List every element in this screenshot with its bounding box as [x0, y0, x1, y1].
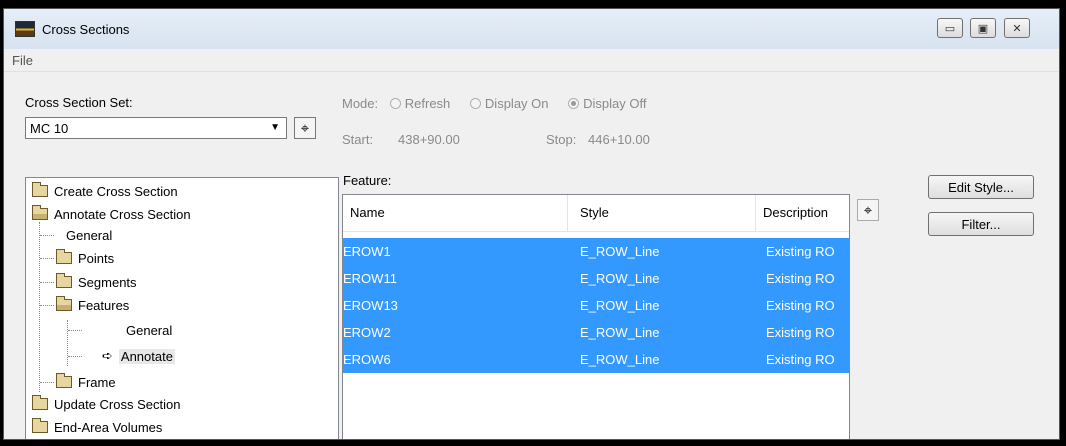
- folder-icon: [32, 182, 48, 197]
- cell-style: E_ROW_Line: [580, 298, 660, 313]
- tree-item-features[interactable]: Features: [56, 296, 129, 314]
- tree-item-update-cross-section[interactable]: Update Cross Section: [32, 395, 180, 413]
- stop-value: 446+10.00: [588, 132, 650, 147]
- table-row[interactable]: EROW2 E_ROW_Line Existing RO: [343, 319, 849, 346]
- tree-item-label: Frame: [78, 374, 116, 390]
- cell-description: Existing RO: [766, 271, 835, 286]
- maximize-button[interactable]: ▣: [970, 18, 996, 38]
- folder-icon: [32, 418, 48, 433]
- radio-refresh-label: Refresh: [404, 96, 451, 111]
- folder-icon: [56, 273, 72, 288]
- folder-open-icon: [56, 296, 72, 311]
- cell-name: EROW1: [343, 244, 391, 259]
- cell-style: E_ROW_Line: [580, 352, 660, 367]
- folder-open-icon: [32, 205, 48, 220]
- table-row[interactable]: EROW13 E_ROW_Line Existing RO: [343, 292, 849, 319]
- chevron-down-icon: ▼: [270, 122, 280, 133]
- cross-sections-window: Cross Sections ▭ ▣ ✕ File Cross Section …: [3, 8, 1060, 440]
- minimize-icon: ▭: [944, 22, 956, 35]
- cell-description: Existing RO: [766, 352, 835, 367]
- cell-name: EROW13: [343, 298, 398, 313]
- feature-list: Name Style Description EROW1 E_ROW_Line …: [342, 194, 850, 439]
- menu-bar: File: [4, 49, 1059, 72]
- table-row[interactable]: EROW11 E_ROW_Line Existing RO: [343, 265, 849, 292]
- cell-name: EROW2: [343, 325, 391, 340]
- tree-item-end-area-volumes[interactable]: End-Area Volumes: [32, 418, 162, 436]
- table-row[interactable]: EROW6 E_ROW_Line Existing RO: [343, 346, 849, 373]
- radio-display-on-label: Display On: [484, 96, 549, 111]
- tree-item-label: Segments: [78, 274, 137, 290]
- close-icon: ✕: [1012, 22, 1022, 35]
- folder-icon: [32, 395, 48, 410]
- target-select-set-button[interactable]: ⌖: [294, 117, 316, 139]
- minimize-button[interactable]: ▭: [937, 18, 963, 38]
- mode-label: Mode:: [342, 96, 379, 111]
- start-value: 438+90.00: [398, 132, 460, 147]
- table-row[interactable]: EROW1 E_ROW_Line Existing RO: [343, 238, 849, 265]
- radio-refresh[interactable]: [389, 98, 401, 109]
- arrow-right-icon: ➪: [102, 348, 113, 363]
- tree-item-frame[interactable]: Frame: [56, 373, 116, 391]
- cell-style: E_ROW_Line: [580, 271, 660, 286]
- target-select-feature-button[interactable]: ⌖: [857, 199, 879, 221]
- tree-item-label: Create Cross Section: [54, 183, 178, 199]
- tree-item-label: Update Cross Section: [54, 396, 181, 412]
- cross-section-set-value: MC 10: [30, 121, 69, 136]
- cross-section-set-select[interactable]: MC 10 ▼: [25, 117, 287, 139]
- cross-section-set-label: Cross Section Set:: [25, 95, 133, 110]
- start-label: Start:: [342, 132, 374, 147]
- tree-item-segments[interactable]: Segments: [56, 273, 137, 291]
- crosshair-target-icon: ⌖: [863, 201, 873, 219]
- mode-row: Mode: Refresh Display On Display Off: [342, 96, 646, 111]
- column-header-style[interactable]: Style: [580, 205, 609, 220]
- app-icon: [15, 21, 35, 37]
- title-bar: Cross Sections ▭ ▣ ✕: [4, 9, 1059, 49]
- feature-list-header: Name Style Description: [343, 195, 849, 232]
- radio-display-off-label: Display Off: [583, 96, 647, 111]
- cell-style: E_ROW_Line: [580, 244, 660, 259]
- menu-file[interactable]: File: [12, 53, 33, 68]
- cell-description: Existing RO: [766, 298, 835, 313]
- tree-item-label: General: [66, 227, 113, 243]
- crosshair-target-icon: ⌖: [300, 119, 310, 137]
- feature-label: Feature:: [343, 173, 392, 188]
- maximize-icon: ▣: [977, 22, 989, 35]
- window-title: Cross Sections: [42, 22, 130, 37]
- cell-style: E_ROW_Line: [580, 325, 660, 340]
- cell-description: Existing RO: [766, 244, 835, 259]
- filter-button[interactable]: Filter...: [928, 212, 1034, 236]
- tree-item-general[interactable]: General: [66, 226, 112, 244]
- tree-item-create-cross-section[interactable]: Create Cross Section: [32, 182, 178, 200]
- radio-display-on[interactable]: [469, 98, 481, 109]
- column-header-name[interactable]: Name: [350, 205, 385, 220]
- tree-item-features-annotate[interactable]: ➪ Annotate: [102, 347, 175, 365]
- folder-icon: [56, 249, 72, 264]
- tree-item-points[interactable]: Points: [56, 249, 114, 267]
- stop-label: Stop:: [546, 132, 577, 147]
- cell-name: EROW6: [343, 352, 391, 367]
- folder-icon: [56, 373, 72, 388]
- cell-description: Existing RO: [766, 325, 835, 340]
- tools-tree: Create Cross Section Annotate Cross Sect…: [25, 177, 339, 439]
- tree-item-label: Features: [78, 297, 130, 313]
- tree-item-label: Points: [78, 250, 115, 266]
- tree-item-label: General: [126, 322, 173, 338]
- close-button[interactable]: ✕: [1004, 18, 1030, 38]
- tree-item-label: Annotate: [118, 348, 175, 364]
- tree-item-annotate-cross-section[interactable]: Annotate Cross Section: [32, 205, 191, 223]
- radio-display-off[interactable]: [568, 98, 580, 109]
- column-header-description[interactable]: Description: [763, 205, 849, 220]
- cell-name: EROW11: [343, 271, 397, 286]
- tree-item-features-general[interactable]: General: [126, 321, 172, 339]
- tree-item-label: Annotate Cross Section: [54, 206, 191, 222]
- edit-style-button[interactable]: Edit Style...: [928, 175, 1034, 199]
- tree-item-label: End-Area Volumes: [54, 419, 163, 435]
